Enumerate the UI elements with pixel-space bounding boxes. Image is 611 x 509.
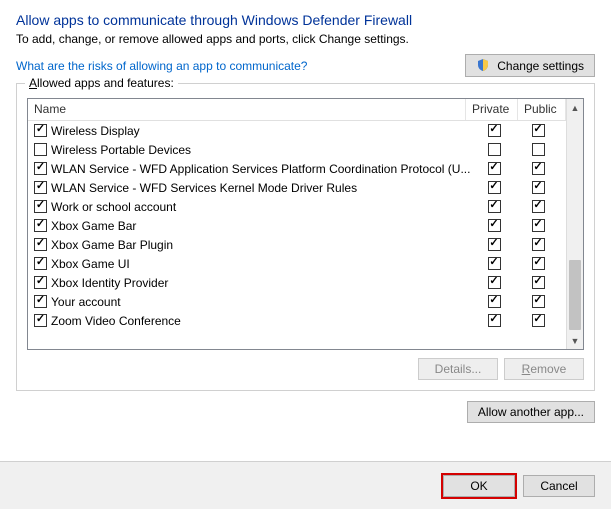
app-enabled-checkbox[interactable] [34,219,47,232]
app-enabled-checkbox[interactable] [34,276,47,289]
public-checkbox[interactable] [532,257,545,270]
table-row[interactable]: Xbox Game UI [28,254,566,273]
public-checkbox[interactable] [532,276,545,289]
apps-list: Name Private Public Wireless Display Wire… [27,98,584,350]
allowed-apps-group: Allowed apps and features: Name Private … [16,83,595,391]
app-name: Zoom Video Conference [49,314,472,328]
app-enabled-checkbox[interactable] [34,143,47,156]
scroll-down-button[interactable]: ▼ [567,332,583,349]
app-name: Work or school account [49,200,472,214]
table-row[interactable]: WLAN Service - WFD Application Services … [28,159,566,178]
private-checkbox[interactable] [488,295,501,308]
public-checkbox[interactable] [532,314,545,327]
public-checkbox[interactable] [532,124,545,137]
public-checkbox[interactable] [532,200,545,213]
table-row[interactable]: Wireless Portable Devices [28,140,566,159]
scroll-up-button[interactable]: ▲ [567,99,583,116]
app-enabled-checkbox[interactable] [34,295,47,308]
page-title: Allow apps to communicate through Window… [16,12,595,28]
public-checkbox[interactable] [532,295,545,308]
table-row[interactable]: Your account [28,292,566,311]
scroll-thumb[interactable] [569,260,581,330]
private-checkbox[interactable] [488,143,501,156]
app-enabled-checkbox[interactable] [34,162,47,175]
app-name: Xbox Game UI [49,257,472,271]
column-header-public[interactable]: Public [518,99,566,120]
private-checkbox[interactable] [488,181,501,194]
shield-icon [476,59,497,73]
private-checkbox[interactable] [488,219,501,232]
public-checkbox[interactable] [532,219,545,232]
ok-button[interactable]: OK [443,475,515,497]
table-row[interactable]: Xbox Game Bar Plugin [28,235,566,254]
public-checkbox[interactable] [532,143,545,156]
dialog-footer: OK Cancel [0,461,611,509]
public-checkbox[interactable] [532,162,545,175]
table-row[interactable]: Xbox Game Bar [28,216,566,235]
column-header-private[interactable]: Private [466,99,518,120]
app-name: WLAN Service - WFD Application Services … [49,162,472,176]
private-checkbox[interactable] [488,162,501,175]
public-checkbox[interactable] [532,238,545,251]
app-name: Wireless Display [49,124,472,138]
group-label: Allowed apps and features: [25,76,178,90]
app-enabled-checkbox[interactable] [34,181,47,194]
app-name: Your account [49,295,472,309]
private-checkbox[interactable] [488,257,501,270]
remove-button: Remove [504,358,584,380]
app-enabled-checkbox[interactable] [34,200,47,213]
column-header-name[interactable]: Name [28,99,466,120]
app-enabled-checkbox[interactable] [34,314,47,327]
app-name: Xbox Identity Provider [49,276,472,290]
public-checkbox[interactable] [532,181,545,194]
table-row[interactable]: Xbox Identity Provider [28,273,566,292]
app-enabled-checkbox[interactable] [34,238,47,251]
private-checkbox[interactable] [488,200,501,213]
table-row[interactable]: Work or school account [28,197,566,216]
private-checkbox[interactable] [488,238,501,251]
page-subtitle: To add, change, or remove allowed apps a… [16,32,595,46]
app-name: Xbox Game Bar [49,219,472,233]
cancel-button[interactable]: Cancel [523,475,595,497]
scrollbar[interactable]: ▲ ▼ [566,99,583,349]
table-row[interactable]: Zoom Video Conference [28,311,566,330]
app-enabled-checkbox[interactable] [34,124,47,137]
allow-another-app-button[interactable]: Allow another app... [467,401,595,423]
private-checkbox[interactable] [488,124,501,137]
details-button: Details... [418,358,498,380]
change-settings-label: Change settings [497,59,584,73]
app-name: Xbox Game Bar Plugin [49,238,472,252]
app-name: Wireless Portable Devices [49,143,472,157]
private-checkbox[interactable] [488,314,501,327]
risks-link[interactable]: What are the risks of allowing an app to… [16,59,307,73]
app-name: WLAN Service - WFD Services Kernel Mode … [49,181,472,195]
table-row[interactable]: WLAN Service - WFD Services Kernel Mode … [28,178,566,197]
private-checkbox[interactable] [488,276,501,289]
scroll-track[interactable] [567,116,583,332]
change-settings-button[interactable]: Change settings [465,54,595,77]
app-enabled-checkbox[interactable] [34,257,47,270]
table-row[interactable]: Wireless Display [28,121,566,140]
